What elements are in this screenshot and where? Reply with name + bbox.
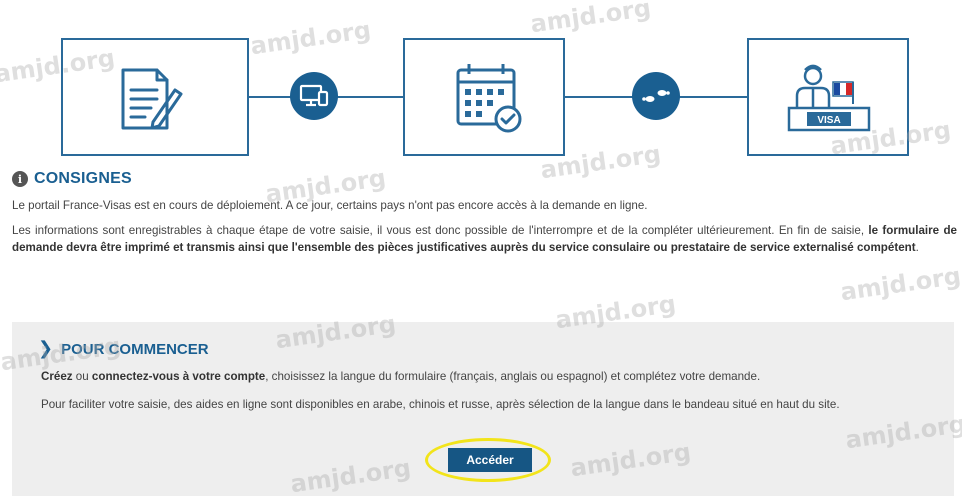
consignes-paragraph-2: Les informations sont enregistrables à c… xyxy=(12,222,957,256)
step-appointment xyxy=(403,38,565,156)
consignes-section: i CONSIGNES Le portail France-Visas est … xyxy=(12,170,957,256)
calendar-check-icon xyxy=(456,64,522,133)
visa-desk-icon: VISA xyxy=(787,64,871,132)
consignes-p2-end: . xyxy=(915,241,919,254)
consignes-title: i CONSIGNES xyxy=(12,170,957,188)
form-document-icon xyxy=(121,68,183,130)
process-steps: VISA xyxy=(0,0,962,165)
panel-paragraph-2: Pour faciliter votre saisie, des aides e… xyxy=(41,398,840,411)
panel-p1-rest: , choisissez la langue du formulaire (fr… xyxy=(265,370,761,383)
watermark: amjd.org xyxy=(838,261,962,307)
footsteps-icon xyxy=(642,90,670,102)
acceder-button[interactable]: Accéder xyxy=(448,448,532,472)
visit-step-circle xyxy=(632,72,680,120)
visa-label: VISA xyxy=(817,115,840,126)
or-text: ou xyxy=(72,370,92,383)
online-step-circle xyxy=(290,72,338,120)
step-consulate: VISA xyxy=(747,38,909,156)
consignes-heading: CONSIGNES xyxy=(34,170,132,187)
create-text: Créez xyxy=(41,370,73,383)
chevron-right-icon: ❯ xyxy=(38,338,54,359)
computer-icon xyxy=(299,84,329,107)
panel-paragraph-1: Créez ou connectez-vous à votre compte, … xyxy=(41,368,941,385)
panel-title: ❯ POUR COMMENCER xyxy=(38,340,209,358)
consignes-p2-text: Les informations sont enregistrables à c… xyxy=(12,224,869,237)
info-icon: i xyxy=(12,171,28,187)
consignes-paragraph-1: Le portail France-Visas est en cours de … xyxy=(12,199,648,212)
panel-heading: POUR COMMENCER xyxy=(61,340,209,358)
step-form xyxy=(61,38,249,156)
connect-account-text: connectez-vous à votre compte xyxy=(91,370,266,383)
pour-commencer-panel: ❯ POUR COMMENCER Créez ou connectez-vous… xyxy=(12,322,954,496)
